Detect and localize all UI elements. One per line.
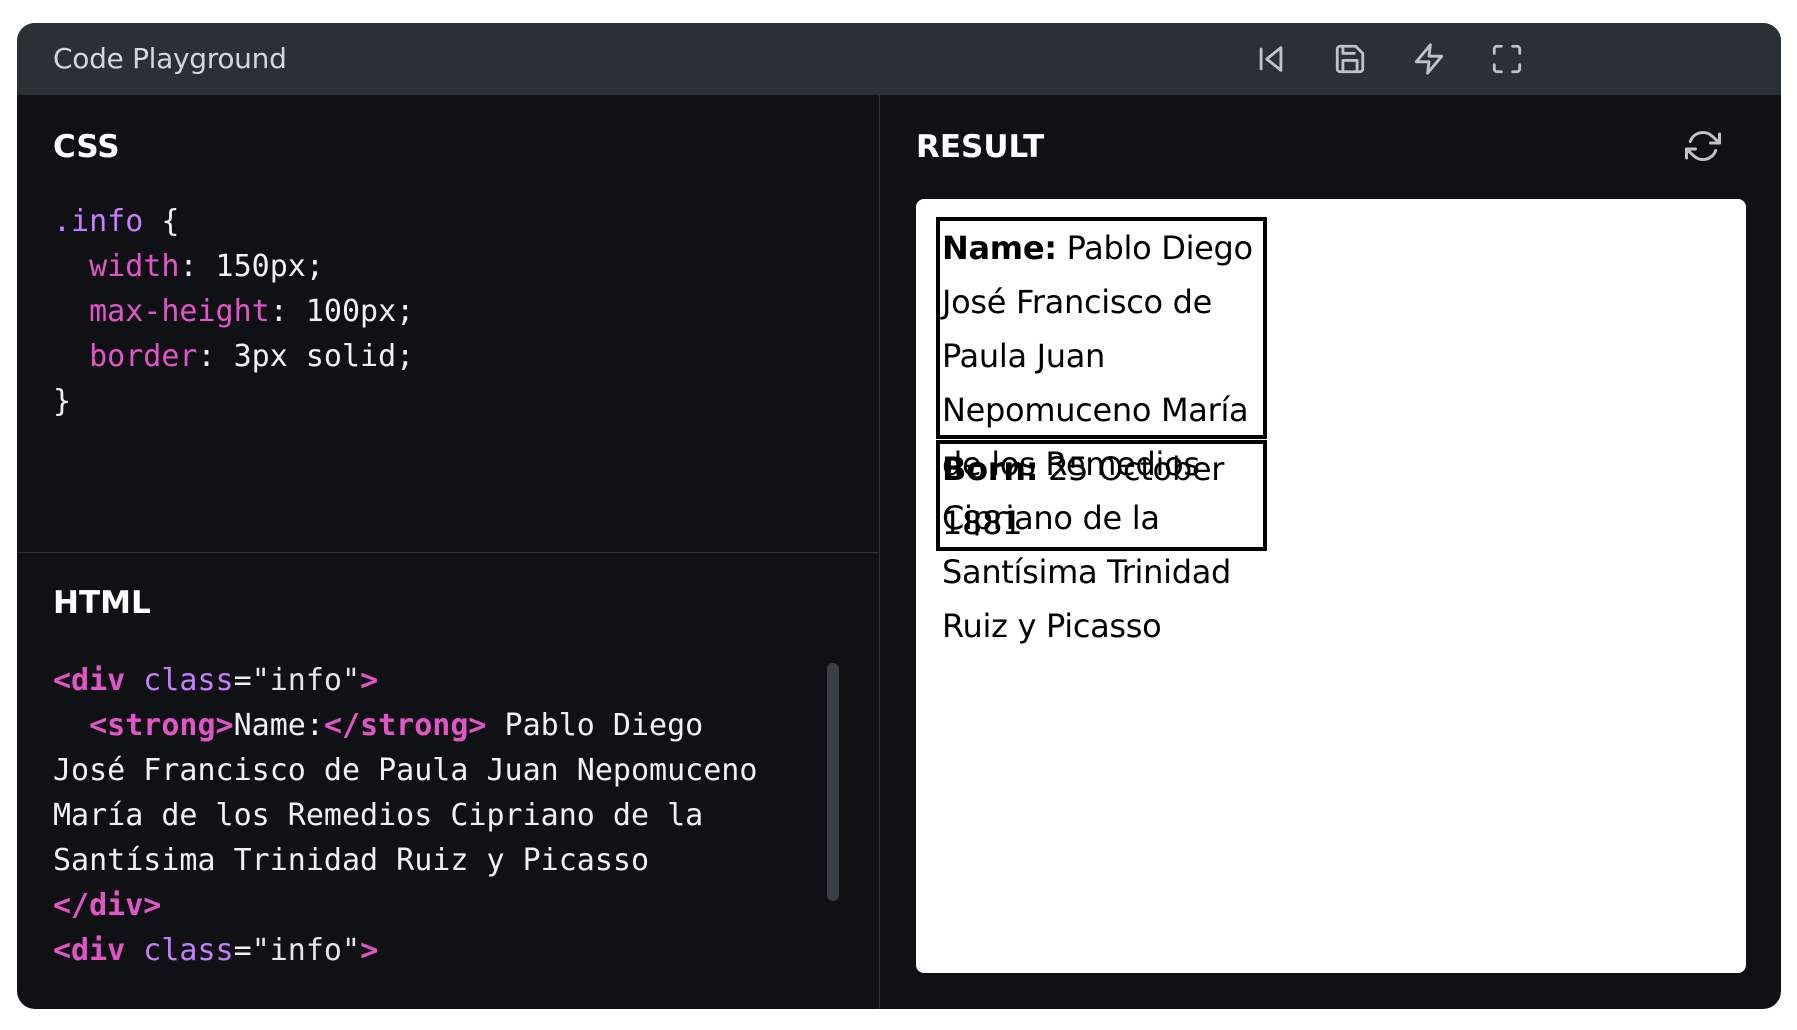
save-button[interactable] xyxy=(1330,39,1370,79)
run-button[interactable] xyxy=(1409,39,1449,79)
html-code-viewport[interactable]: <div class="info"> <strong>Name:</strong… xyxy=(17,658,879,1009)
info-box-born-text: Born: 25 October 1881 xyxy=(942,450,1225,542)
css-panel-heading: CSS xyxy=(53,129,120,165)
save-icon xyxy=(1335,44,1365,74)
bolt-icon xyxy=(1414,43,1444,75)
result-panel-heading: RESULT xyxy=(916,129,1045,165)
title-bar: Code Playground xyxy=(17,23,1781,95)
css-line: max-height: 100px; xyxy=(89,294,415,329)
css-line: } xyxy=(53,384,72,419)
result-preview: Name: Pablo Diego José Francisco de Paula … xyxy=(916,199,1746,973)
html-code-editor[interactable]: <div class="info"> <strong>Name:</strong… xyxy=(53,658,757,973)
html-scrollbar[interactable] xyxy=(827,663,839,901)
html-panel-heading: HTML xyxy=(53,585,151,621)
refresh-icon xyxy=(1685,131,1721,161)
panel-divider-horizontal[interactable] xyxy=(17,552,879,553)
info-box-name-text: Name: Pablo Diego José Francisco de Paula … xyxy=(942,229,1253,645)
css-line: .info { xyxy=(53,204,180,239)
css-code-editor[interactable]: .info { width: 150px; max-height: 100px;… xyxy=(53,199,414,424)
app-title: Code Playground xyxy=(53,42,287,75)
css-line: border: 3px solid; xyxy=(89,339,415,374)
code-playground-window: Code Playground CSS .info {width: 150px… xyxy=(17,23,1781,1009)
info-box-name: Name: Pablo Diego José Francisco de Paula … xyxy=(936,217,1267,645)
refresh-button[interactable] xyxy=(1683,126,1723,166)
panel-divider-vertical[interactable] xyxy=(879,95,880,1009)
info-box-born: Born: 25 October 1881 xyxy=(936,440,1267,551)
fullscreen-icon xyxy=(1492,44,1522,74)
skip-back-button[interactable] xyxy=(1251,39,1291,79)
css-line: width: 150px; xyxy=(89,249,324,284)
skip-back-icon xyxy=(1259,46,1283,72)
fullscreen-button[interactable] xyxy=(1487,39,1527,79)
